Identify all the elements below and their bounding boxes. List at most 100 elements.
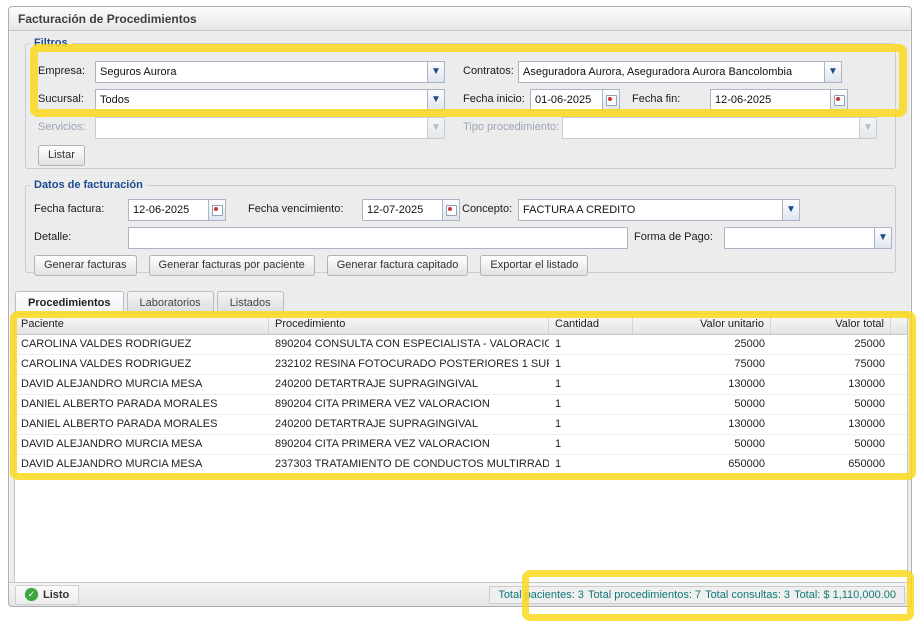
tab-procedimientos[interactable]: Procedimientos <box>15 291 124 314</box>
sucursal-combo[interactable]: ▼ <box>95 89 445 111</box>
table-cell: 1 <box>549 355 633 374</box>
table-cell: 232102 RESINA FOTOCURADO POSTERIORES 1 S… <box>269 355 549 374</box>
fecha-fin-input[interactable] <box>710 89 830 111</box>
table-cell: 50000 <box>633 395 771 414</box>
servicios-dropdown-trigger[interactable]: ▼ <box>427 117 445 139</box>
table-cell: 75000 <box>633 355 771 374</box>
table-row[interactable]: DANIEL ALBERTO PARADA MORALES240200 DETA… <box>15 415 907 435</box>
contratos-combo[interactable]: ▼ <box>518 61 842 83</box>
table-cell: DAVID ALEJANDRO MURCIA MESA <box>15 455 269 474</box>
table-cell: 130000 <box>771 375 891 394</box>
table-cell: 50000 <box>771 435 891 454</box>
tab-strip: Procedimientos Laboratorios Listados <box>15 291 284 314</box>
exportar-listado-button[interactable]: Exportar el listado <box>480 255 588 276</box>
table-row[interactable]: CAROLINA VALDES RODRIGUEZ890204 CONSULTA… <box>15 335 907 355</box>
chevron-down-icon: ▼ <box>431 67 441 77</box>
table-row[interactable]: DAVID ALEJANDRO MURCIA MESA240200 DETART… <box>15 375 907 395</box>
empresa-dropdown-trigger[interactable]: ▼ <box>427 61 445 83</box>
status-bar: ✓ Listo Total pacientes: 3Total procedim… <box>9 582 911 606</box>
chevron-down-icon: ▼ <box>878 233 888 243</box>
fecha-factura-calendar-trigger[interactable] <box>208 199 226 221</box>
tipo-procedimiento-combo[interactable]: ▼ <box>562 117 877 139</box>
fecha-vencimiento-calendar-trigger[interactable] <box>442 199 460 221</box>
column-header[interactable]: Procedimiento <box>269 314 549 334</box>
table-cell: 890204 CONSULTA CON ESPECIALISTA - VALOR… <box>269 335 549 354</box>
table-cell: CAROLINA VALDES RODRIGUEZ <box>15 355 269 374</box>
table-row[interactable]: DAVID ALEJANDRO MURCIA MESA237303 TRATAM… <box>15 455 907 475</box>
listar-button[interactable]: Listar <box>38 145 85 166</box>
column-header[interactable]: Valor unitario <box>633 314 771 334</box>
fecha-inicio-datefield[interactable] <box>530 89 620 111</box>
table-cell: 75000 <box>771 355 891 374</box>
tipo-procedimiento-dropdown-trigger[interactable]: ▼ <box>859 117 877 139</box>
tab-laboratorios[interactable]: Laboratorios <box>127 291 214 314</box>
grid-header[interactable]: PacienteProcedimientoCantidadValor unita… <box>15 314 907 335</box>
table-cell: 130000 <box>771 415 891 434</box>
table-cell: 130000 <box>633 415 771 434</box>
generar-factura-capitado-button[interactable]: Generar factura capitado <box>327 255 469 276</box>
detalle-field[interactable] <box>128 227 628 249</box>
sucursal-input[interactable] <box>95 89 427 111</box>
column-header[interactable]: Cantidad <box>549 314 633 334</box>
generar-facturas-button[interactable]: Generar facturas <box>34 255 137 276</box>
empresa-input[interactable] <box>95 61 427 83</box>
servicios-combo[interactable]: ▼ <box>95 117 445 139</box>
fecha-fin-label: Fecha fin: <box>632 93 680 105</box>
fecha-vencimiento-datefield[interactable] <box>362 199 460 221</box>
empresa-label: Empresa: <box>38 65 85 77</box>
table-row[interactable]: DAVID ALEJANDRO MURCIA MESA890204 CITA P… <box>15 435 907 455</box>
fecha-inicio-calendar-trigger[interactable] <box>602 89 620 111</box>
fecha-vencimiento-input[interactable] <box>362 199 442 221</box>
contratos-dropdown-trigger[interactable]: ▼ <box>824 61 842 83</box>
sucursal-dropdown-trigger[interactable]: ▼ <box>427 89 445 111</box>
table-cell: 1 <box>549 435 633 454</box>
table-cell: 1 <box>549 395 633 414</box>
concepto-dropdown-trigger[interactable]: ▼ <box>782 199 800 221</box>
fecha-inicio-label: Fecha inicio: <box>463 93 525 105</box>
table-cell: DANIEL ALBERTO PARADA MORALES <box>15 415 269 434</box>
detalle-input[interactable] <box>128 227 628 249</box>
concepto-label: Concepto: <box>462 203 512 215</box>
tipo-procedimiento-input[interactable] <box>562 117 859 139</box>
servicios-input[interactable] <box>95 117 427 139</box>
calendar-icon <box>834 95 845 106</box>
fecha-inicio-input[interactable] <box>530 89 602 111</box>
procedures-grid: PacienteProcedimientoCantidadValor unita… <box>14 313 908 583</box>
generar-facturas-por-paciente-button[interactable]: Generar facturas por paciente <box>149 255 315 276</box>
table-row[interactable]: CAROLINA VALDES RODRIGUEZ232102 RESINA F… <box>15 355 907 375</box>
table-cell: DANIEL ALBERTO PARADA MORALES <box>15 395 269 414</box>
table-cell: DAVID ALEJANDRO MURCIA MESA <box>15 375 269 394</box>
table-cell: 1 <box>549 375 633 394</box>
forma-pago-input[interactable] <box>724 227 874 249</box>
tipo-procedimiento-label: Tipo procedimiento: <box>463 121 559 133</box>
fecha-factura-datefield[interactable] <box>128 199 226 221</box>
calendar-icon <box>606 95 617 106</box>
table-cell: 890204 CITA PRIMERA VEZ VALORACION <box>269 395 549 414</box>
table-row[interactable]: DANIEL ALBERTO PARADA MORALES890204 CITA… <box>15 395 907 415</box>
filters-legend: Filtros <box>30 37 72 49</box>
fecha-fin-datefield[interactable] <box>710 89 848 111</box>
table-cell: 1 <box>549 415 633 434</box>
forma-pago-dropdown-trigger[interactable]: ▼ <box>874 227 892 249</box>
fecha-factura-input[interactable] <box>128 199 208 221</box>
concepto-combo[interactable]: ▼ <box>518 199 800 221</box>
empresa-combo[interactable]: ▼ <box>95 61 445 83</box>
status-cell: ✓ Listo <box>15 585 79 605</box>
total-segment: Total: $ 1,110,000.00 <box>794 589 896 601</box>
calendar-icon <box>446 205 457 216</box>
concepto-input[interactable] <box>518 199 782 221</box>
detalle-label: Detalle: <box>34 231 71 243</box>
contratos-input[interactable] <box>518 61 824 83</box>
total-segment: Total procedimientos: 7 <box>588 589 701 601</box>
table-cell: 240200 DETARTRAJE SUPRAGINGIVAL <box>269 375 549 394</box>
column-header[interactable]: Paciente <box>15 314 269 334</box>
chevron-down-icon: ▼ <box>431 123 441 133</box>
check-circle-icon: ✓ <box>25 588 38 601</box>
forma-pago-combo[interactable]: ▼ <box>724 227 892 249</box>
fecha-fin-calendar-trigger[interactable] <box>830 89 848 111</box>
table-cell: 240200 DETARTRAJE SUPRAGINGIVAL <box>269 415 549 434</box>
fecha-factura-label: Fecha factura: <box>34 203 104 215</box>
tab-listados[interactable]: Listados <box>217 291 284 314</box>
column-header[interactable]: Valor total <box>771 314 891 334</box>
table-cell: 50000 <box>771 395 891 414</box>
